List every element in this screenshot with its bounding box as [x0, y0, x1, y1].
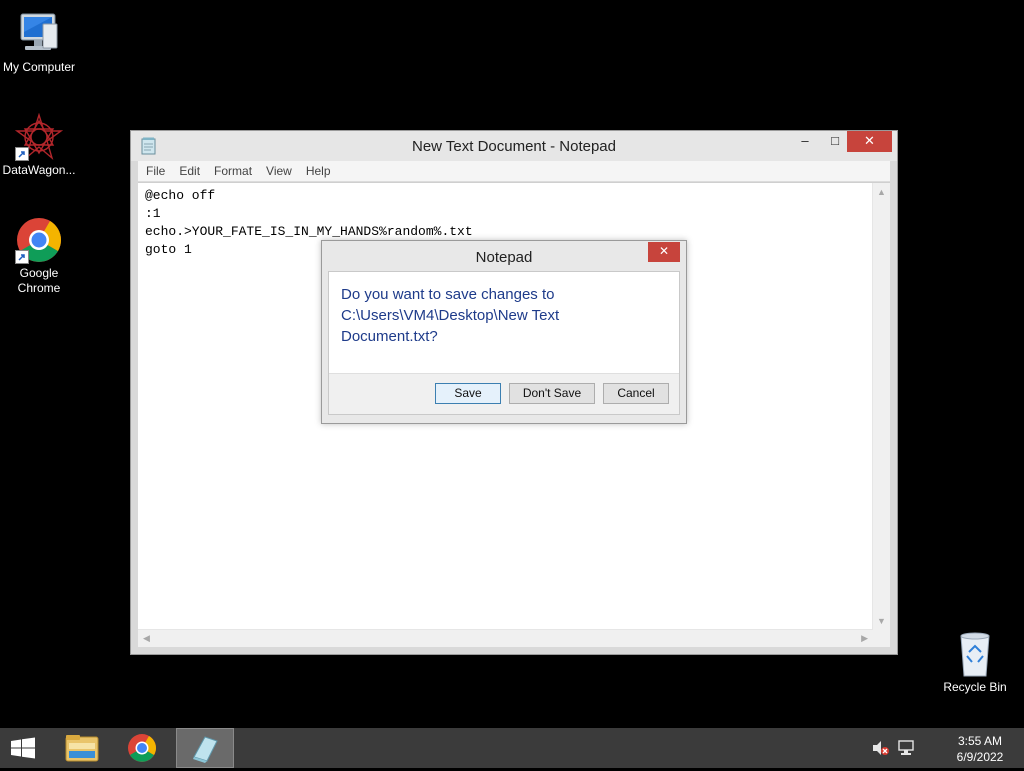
- desktop-icon-my-computer[interactable]: My Computer: [1, 10, 77, 75]
- menu-view[interactable]: View: [258, 161, 298, 178]
- horizontal-scrollbar[interactable]: ◀ ▶: [138, 629, 873, 647]
- save-changes-dialog: Notepad ✕ Do you want to save changes to…: [321, 240, 687, 424]
- start-button[interactable]: [8, 728, 40, 768]
- dialog-close-button[interactable]: ✕: [648, 242, 680, 262]
- close-button[interactable]: ✕: [847, 131, 892, 152]
- taskbar-file-explorer[interactable]: [58, 728, 106, 768]
- menu-format[interactable]: Format: [206, 161, 258, 178]
- system-clock[interactable]: 3:55 AM 6/9/2022: [940, 733, 1020, 765]
- file-explorer-icon: [65, 735, 99, 762]
- desktop-icon-google-chrome[interactable]: Google Chrome: [1, 216, 77, 296]
- notepad-titlebar[interactable]: New Text Document - Notepad – □ ✕: [131, 131, 897, 161]
- speaker-muted-icon[interactable]: [872, 740, 890, 759]
- dialog-body: Do you want to save changes to C:\Users\…: [328, 271, 680, 415]
- menu-file[interactable]: File: [138, 161, 171, 178]
- computer-icon: [15, 10, 63, 58]
- save-button[interactable]: Save: [435, 383, 501, 404]
- shortcut-arrow-icon: [15, 147, 29, 161]
- clock-date: 6/9/2022: [956, 750, 1004, 764]
- cancel-button[interactable]: Cancel: [603, 383, 669, 404]
- scroll-down-icon[interactable]: ▼: [877, 616, 886, 626]
- taskbar: 3:55 AM 6/9/2022: [0, 728, 1024, 768]
- maximize-button[interactable]: □: [821, 131, 849, 152]
- network-icon[interactable]: [897, 740, 915, 759]
- desktop-icon-datawagon[interactable]: DataWagon...: [1, 112, 77, 178]
- menu-edit[interactable]: Edit: [171, 161, 206, 178]
- minimize-button[interactable]: –: [791, 131, 819, 152]
- datawagon-icon: [14, 112, 64, 161]
- scroll-right-icon[interactable]: ▶: [861, 633, 868, 644]
- dialog-footer: Save Don't Save Cancel: [329, 373, 679, 414]
- desktop-icon-label: My Computer: [2, 60, 76, 74]
- shortcut-arrow-icon: [15, 250, 29, 264]
- menu-bar: File Edit Format View Help: [138, 161, 890, 182]
- dialog-title: Notepad: [475, 249, 533, 266]
- desktop-icon-label: DataWagon...: [2, 163, 76, 177]
- vertical-scrollbar[interactable]: ▲ ▼: [872, 183, 890, 630]
- taskbar-chrome[interactable]: [118, 728, 166, 768]
- desktop-icon-label: Recycle Bin: [943, 680, 1007, 694]
- clock-time: 3:55 AM: [957, 734, 1003, 748]
- dialog-message: Do you want to save changes to C:\Users\…: [341, 286, 560, 345]
- start-icon: [11, 737, 35, 759]
- scroll-up-icon[interactable]: ▲: [877, 187, 886, 197]
- scroll-left-icon[interactable]: ◀: [143, 633, 150, 644]
- menu-help[interactable]: Help: [298, 161, 337, 178]
- dont-save-button[interactable]: Don't Save: [509, 383, 595, 404]
- scroll-corner: [873, 630, 890, 647]
- desktop-icon-recycle-bin[interactable]: Recycle Bin: [937, 630, 1013, 695]
- chrome-icon: [128, 734, 156, 762]
- desktop-icon-label: Google Chrome: [17, 266, 61, 295]
- window-title: New Text Document - Notepad: [412, 138, 616, 155]
- recycle-bin-icon: [951, 630, 999, 678]
- chrome-icon: [15, 216, 63, 264]
- notepad-icon: [193, 736, 218, 763]
- taskbar-notepad[interactable]: [176, 728, 234, 768]
